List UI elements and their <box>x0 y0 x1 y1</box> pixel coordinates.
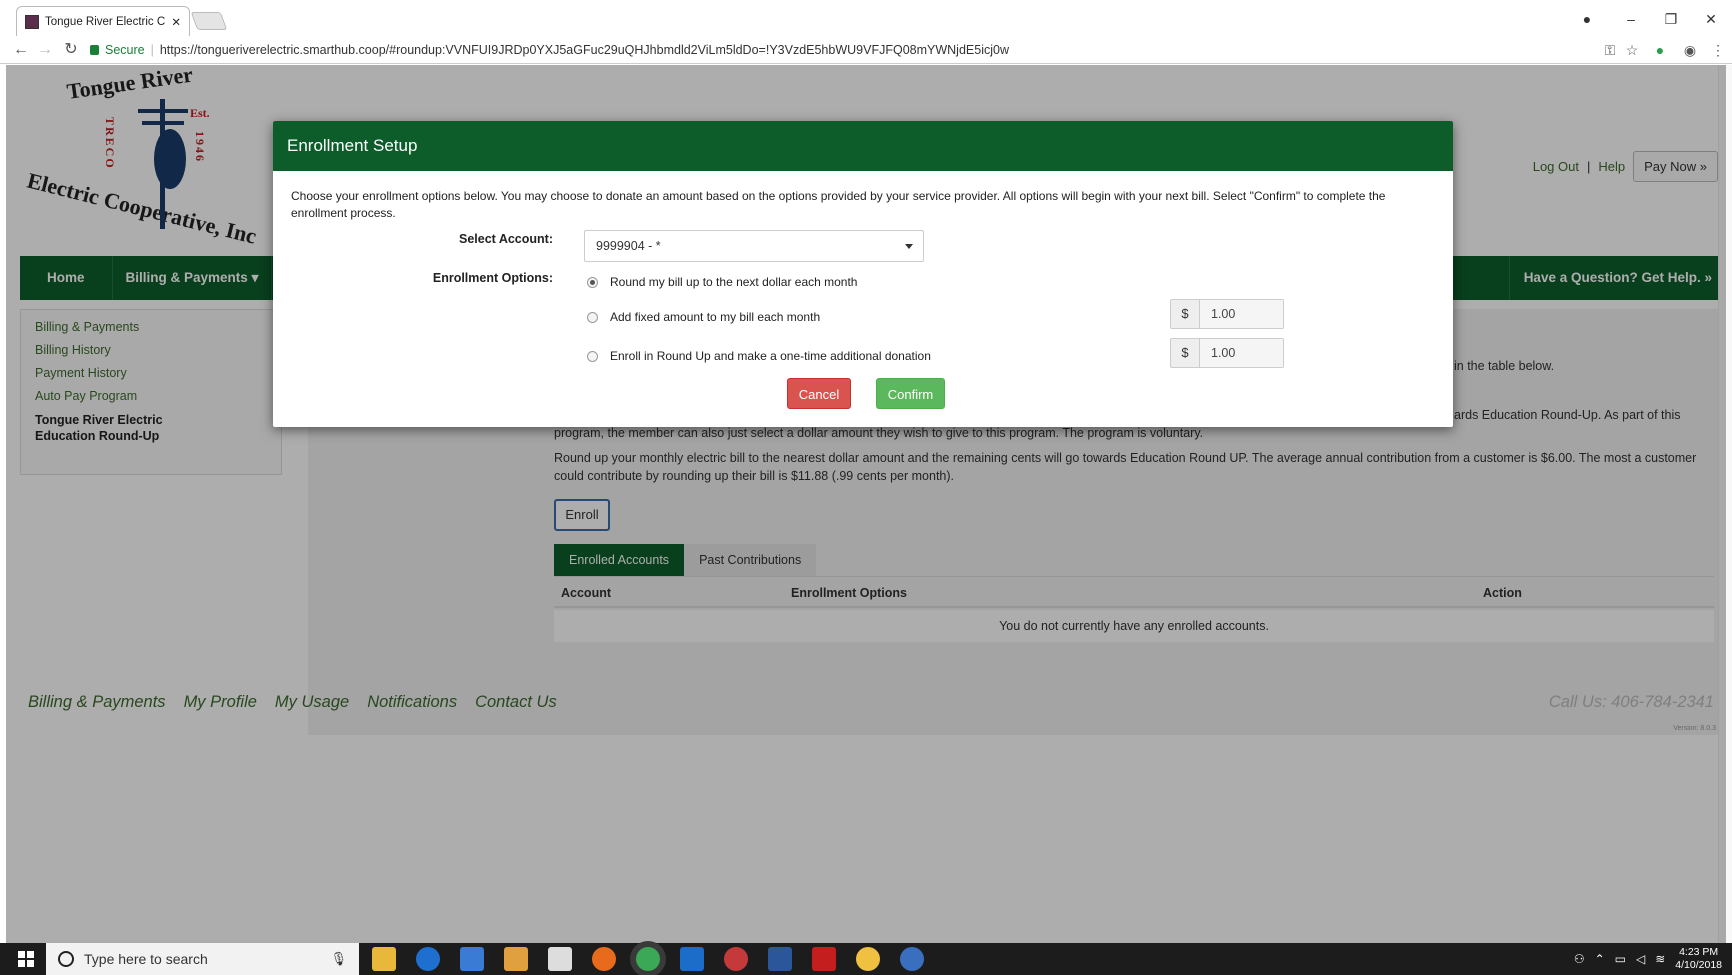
taskbar-search-placeholder: Type here to search <box>84 951 208 967</box>
close-tab-icon[interactable]: ✕ <box>171 15 181 29</box>
modal-title: Enrollment Setup <box>273 121 1453 171</box>
account-select-value: 9999904 - * <box>596 239 661 253</box>
close-window-button[interactable]: ✕ <box>1696 8 1726 30</box>
browser-tab[interactable]: Tongue River Electric Co ✕ <box>16 6 190 36</box>
windows-taskbar: Type here to search 🎙 ⚇ ⌃ ▭ ◁ ≋ 4:23 PM … <box>0 943 1732 975</box>
paint-icon[interactable] <box>856 947 880 971</box>
donation-amount-value: 1.00 <box>1200 339 1283 367</box>
people-icon[interactable]: ⚇ <box>1574 952 1585 966</box>
store-icon[interactable] <box>460 947 484 971</box>
cancel-button[interactable]: Cancel <box>787 378 851 409</box>
fixed-amount-input[interactable]: $ 1.00 <box>1170 299 1284 329</box>
bookmark-star-icon[interactable]: ☆ <box>1622 40 1642 60</box>
clock-time: 4:23 PM <box>1679 946 1719 958</box>
volume-icon[interactable]: ◁ <box>1636 952 1645 966</box>
radio-one-time-donation[interactable] <box>587 350 598 362</box>
enrollment-setup-modal: Enrollment Setup Choose your enrollment … <box>273 121 1453 427</box>
windows-start-icon[interactable] <box>18 951 34 967</box>
option-round-up-label: Round my bill up to the next dollar each… <box>610 275 858 289</box>
option-fixed-amount[interactable]: Add fixed amount to my bill each month <box>587 310 820 324</box>
currency-addon: $ <box>1171 339 1200 367</box>
back-icon[interactable]: ← <box>10 40 32 60</box>
modal-instructions: Choose your enrollment options below. Yo… <box>291 189 1386 220</box>
cortana-icon <box>58 951 74 967</box>
chevron-down-icon <box>905 244 913 249</box>
reload-icon[interactable]: ↻ <box>60 40 82 60</box>
media-player-icon[interactable] <box>504 947 528 971</box>
clock[interactable]: 4:23 PM 4/10/2018 <box>1675 946 1722 972</box>
acrobat-icon[interactable] <box>812 947 836 971</box>
radio-fixed-amount[interactable] <box>587 311 598 323</box>
url-text: https://tongueriverelectric.smarthub.coo… <box>159 43 1009 57</box>
fixed-amount-value: 1.00 <box>1200 300 1283 328</box>
confirm-button[interactable]: Confirm <box>876 378 945 409</box>
account-select[interactable]: 9999904 - * <box>584 230 924 262</box>
option-one-time-donation-label: Enroll in Round Up and make a one-time a… <box>610 349 931 363</box>
lock-icon <box>90 45 99 55</box>
enrollment-options-label: Enrollment Options: <box>432 271 553 285</box>
file-explorer-icon[interactable] <box>372 947 396 971</box>
option-one-time-donation[interactable]: Enroll in Round Up and make a one-time a… <box>587 349 931 363</box>
outlook-icon[interactable] <box>680 947 704 971</box>
favicon-icon <box>25 14 39 29</box>
grammarly-icon[interactable]: ● <box>1650 40 1670 60</box>
tab-title: Tongue River Electric Co <box>45 15 166 28</box>
edge-icon[interactable] <box>416 947 440 971</box>
mail-icon[interactable] <box>548 947 572 971</box>
minimize-button[interactable]: – <box>1616 8 1646 30</box>
incognito-icon[interactable]: ◉ <box>1680 40 1700 60</box>
system-tray: ⚇ ⌃ ▭ ◁ ≋ 4:23 PM 4/10/2018 <box>1574 943 1722 975</box>
menu-icon[interactable]: ⋮ <box>1708 40 1728 60</box>
new-tab-button[interactable] <box>190 12 228 30</box>
word-icon[interactable] <box>768 947 792 971</box>
app-icon[interactable] <box>900 947 924 971</box>
microphone-icon[interactable]: 🎙 <box>330 951 347 967</box>
forward-icon[interactable]: → <box>34 40 56 60</box>
firefox-icon[interactable] <box>592 947 616 971</box>
option-fixed-amount-label: Add fixed amount to my bill each month <box>610 310 821 324</box>
radio-round-up[interactable] <box>587 276 598 288</box>
clock-date: 4/10/2018 <box>1675 959 1722 971</box>
network-icon[interactable]: ≋ <box>1655 952 1665 966</box>
secure-label: Secure <box>105 43 145 57</box>
currency-addon: $ <box>1171 300 1200 328</box>
profile-icon[interactable]: ● <box>1572 8 1602 30</box>
browser-tabstrip <box>0 0 1732 36</box>
option-round-up[interactable]: Round my bill up to the next dollar each… <box>587 275 857 289</box>
key-icon[interactable]: ⚿ <box>1600 40 1620 60</box>
chrome-icon[interactable] <box>636 947 660 971</box>
select-account-label: Select Account: <box>458 232 553 246</box>
taskbar-search[interactable]: Type here to search 🎙 <box>46 943 359 975</box>
url-bar[interactable]: Secure | https://tongueriverelectric.sma… <box>90 38 1600 62</box>
chevron-up-icon[interactable]: ⌃ <box>1595 952 1605 966</box>
url-divider: | <box>150 43 154 57</box>
app-icon[interactable] <box>724 947 748 971</box>
battery-icon[interactable]: ▭ <box>1615 952 1626 966</box>
restore-button[interactable]: ❐ <box>1656 8 1686 30</box>
donation-amount-input[interactable]: $ 1.00 <box>1170 338 1284 368</box>
